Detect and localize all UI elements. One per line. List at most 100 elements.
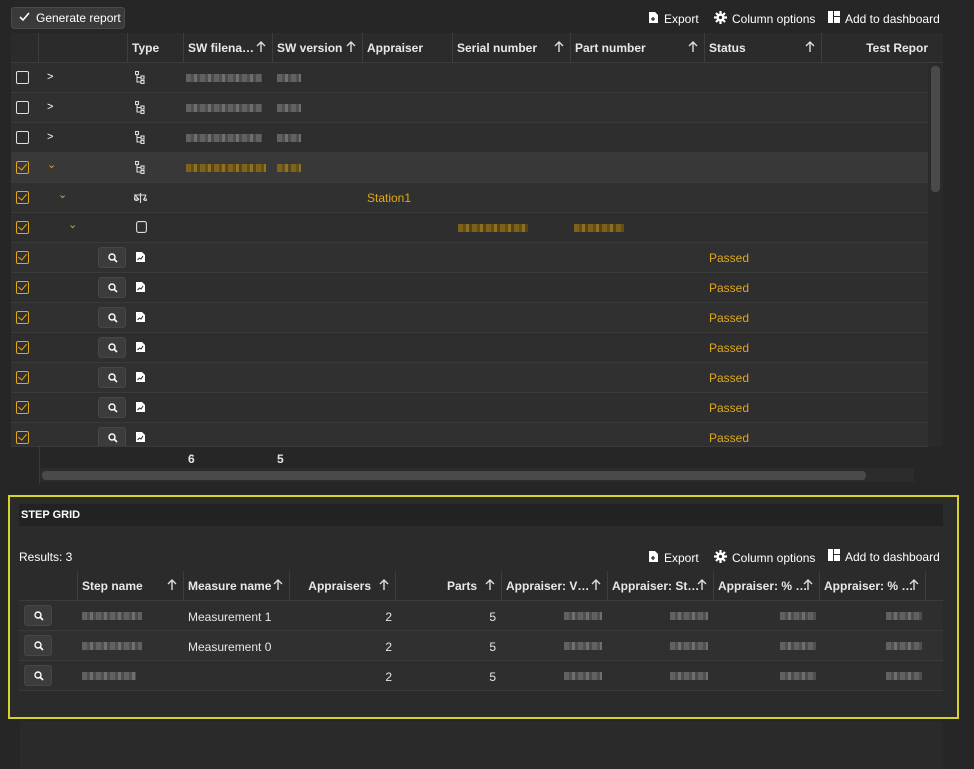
column-header-sw-filename[interactable]: SW filena… [184, 33, 273, 63]
column-header-appraiser-st[interactable]: Appraiser: St… [608, 571, 714, 601]
footer-count-sw-version: 5 [277, 452, 284, 466]
row-checkbox[interactable] [16, 71, 29, 84]
status-cell: Passed [709, 281, 750, 295]
row-checkbox-checked[interactable] [16, 221, 29, 234]
table-row[interactable]: > [11, 63, 928, 93]
sort-arrow-icon[interactable] [273, 579, 283, 591]
sort-arrow-icon[interactable] [697, 579, 707, 591]
chevron-down-icon[interactable]: ⌄ [68, 220, 77, 231]
sort-arrow-icon[interactable] [485, 579, 495, 591]
view-details-button[interactable] [24, 665, 52, 686]
column-header-appraiser-pct-2[interactable]: Appraiser: % … [820, 571, 926, 601]
chevron-down-icon[interactable]: ⌄ [58, 190, 67, 201]
column-header-test-report[interactable]: Test Repor [822, 33, 928, 63]
column-options-label: Column options [732, 12, 816, 26]
view-details-button[interactable] [98, 277, 126, 298]
step-add-to-dashboard-button[interactable]: Add to dashboard [828, 549, 940, 564]
column-header-sw-version[interactable]: SW version [273, 33, 363, 63]
view-details-button[interactable] [98, 337, 126, 358]
table-row[interactable]: Passed [11, 303, 928, 333]
add-to-dashboard-label: Add to dashboard [845, 11, 940, 26]
table-row[interactable]: Measurement 0 2 5 [19, 631, 943, 661]
view-details-button[interactable] [24, 635, 52, 656]
row-checkbox-checked[interactable] [16, 161, 29, 174]
sort-arrow-icon[interactable] [167, 579, 177, 591]
sort-arrow-icon[interactable] [805, 41, 815, 53]
sort-arrow-icon[interactable] [256, 41, 266, 53]
row-checkbox-checked[interactable] [16, 281, 29, 294]
table-row[interactable]: Measurement 1 2 5 [19, 601, 943, 631]
chart-file-icon [135, 401, 146, 416]
column-header-parts[interactable]: Parts [396, 571, 502, 601]
table-row[interactable]: > [11, 123, 928, 153]
view-details-button[interactable] [98, 397, 126, 418]
row-checkbox-checked[interactable] [16, 251, 29, 264]
table-row[interactable]: Passed [11, 423, 928, 447]
table-row[interactable]: Passed [11, 363, 928, 393]
view-details-button[interactable] [24, 605, 52, 626]
column-header-type[interactable]: Type [128, 33, 184, 63]
row-checkbox-checked[interactable] [16, 401, 29, 414]
parts-cell: 5 [489, 640, 496, 654]
view-details-button[interactable] [98, 247, 126, 268]
view-details-button[interactable] [98, 307, 126, 328]
table-row[interactable]: Passed [11, 333, 928, 363]
column-header-appraiser-v[interactable]: Appraiser: V… [502, 571, 608, 601]
step-column-options-button[interactable]: Column options [714, 550, 815, 566]
gear-icon [714, 550, 727, 566]
chevron-right-icon[interactable]: > [47, 72, 55, 83]
export-button[interactable]: Export [648, 11, 699, 27]
sort-arrow-icon[interactable] [379, 579, 389, 591]
part-icon [136, 221, 147, 236]
scrollbar-thumb[interactable] [42, 471, 866, 480]
column-header-appraisers[interactable]: Appraisers [290, 571, 396, 601]
row-checkbox[interactable] [16, 131, 29, 144]
status-cell: Passed [709, 401, 750, 415]
row-checkbox[interactable] [16, 101, 29, 114]
scrollbar-thumb[interactable] [931, 66, 940, 192]
column-header-part-number[interactable]: Part number [571, 33, 705, 63]
row-checkbox-checked[interactable] [16, 191, 29, 204]
table-row[interactable]: Passed [11, 393, 928, 423]
column-header-appraiser-pct-1[interactable]: Appraiser: % … [714, 571, 820, 601]
horizontal-scrollbar[interactable] [40, 468, 914, 482]
sort-arrow-icon[interactable] [346, 41, 356, 53]
column-header-appraiser[interactable]: Appraiser [363, 33, 453, 63]
sort-arrow-icon[interactable] [803, 579, 813, 591]
column-options-button[interactable]: Column options [714, 11, 815, 27]
column-header-measure-name[interactable]: Measure name [184, 571, 290, 601]
row-checkbox-checked[interactable] [16, 311, 29, 324]
export-label: Export [664, 12, 699, 26]
appraisers-cell: 2 [385, 670, 392, 684]
generate-report-label: Generate report [36, 11, 121, 25]
file-export-icon [648, 11, 659, 27]
add-to-dashboard-button[interactable]: Add to dashboard [828, 11, 940, 26]
column-header-step-name[interactable]: Step name [78, 571, 184, 601]
view-details-button[interactable] [98, 427, 126, 446]
sort-arrow-icon[interactable] [591, 579, 601, 591]
sort-arrow-icon[interactable] [688, 41, 698, 53]
table-row[interactable]: 2 5 [19, 661, 943, 691]
table-row[interactable]: Passed [11, 243, 928, 273]
table-row[interactable]: ⌄ [11, 153, 928, 183]
chevron-right-icon[interactable]: > [47, 132, 55, 143]
row-checkbox-checked[interactable] [16, 341, 29, 354]
chevron-down-icon[interactable]: ⌄ [47, 160, 56, 171]
row-checkbox-checked[interactable] [16, 431, 29, 444]
chevron-right-icon[interactable]: > [47, 102, 55, 113]
generate-report-button[interactable]: Generate report [11, 7, 125, 29]
column-header-serial-number[interactable]: Serial number [453, 33, 571, 63]
row-checkbox-checked[interactable] [16, 371, 29, 384]
column-header-status[interactable]: Status [705, 33, 822, 63]
table-row[interactable]: ⌄ Station1 [11, 183, 928, 213]
dashboard-icon [828, 549, 840, 564]
table-row[interactable]: Passed [11, 273, 928, 303]
sort-arrow-icon[interactable] [909, 579, 919, 591]
table-row[interactable]: ⌄ [11, 213, 928, 243]
table-row[interactable]: > [11, 93, 928, 123]
header-actions [19, 571, 78, 601]
vertical-scrollbar[interactable] [928, 63, 943, 447]
view-details-button[interactable] [98, 367, 126, 388]
sort-arrow-icon[interactable] [554, 41, 564, 53]
step-export-button[interactable]: Export [648, 550, 699, 566]
